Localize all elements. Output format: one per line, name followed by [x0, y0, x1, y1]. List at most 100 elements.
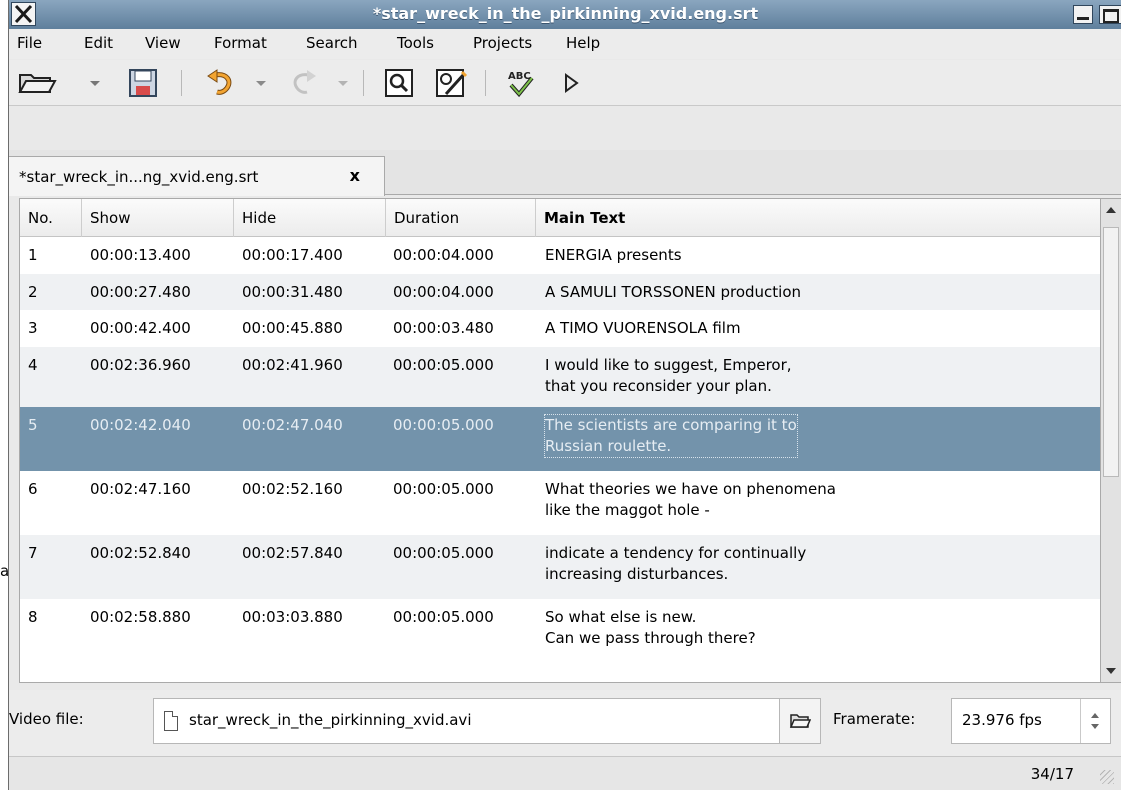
dropdown-arrow-icon: [90, 81, 100, 86]
maximize-button[interactable]: [1099, 5, 1121, 24]
column-header-duration[interactable]: Duration: [386, 199, 536, 237]
toolbar-separator: [485, 70, 486, 96]
column-header-show[interactable]: Show: [82, 199, 234, 237]
menu-search[interactable]: Search: [306, 34, 358, 52]
column-header-main-text[interactable]: Main Text: [536, 199, 1099, 237]
resize-grip[interactable]: [1100, 770, 1114, 784]
cell-no: 5: [28, 416, 38, 434]
stepper-arrows-icon: [1091, 713, 1099, 729]
redo-dropdown[interactable]: [331, 64, 355, 102]
menu-edit[interactable]: Edit: [84, 34, 113, 52]
menu-tools[interactable]: Tools: [397, 34, 434, 52]
cell-no: 1: [28, 246, 38, 264]
find-button[interactable]: [377, 64, 421, 102]
cell-show: 00:02:42.040: [90, 416, 191, 434]
framerate-stepper[interactable]: [1080, 699, 1110, 743]
menu-bar: File Edit View Format Search Tools Proje…: [9, 29, 1121, 59]
video-file-bar: Video file: star_wreck_in_the_pirkinning…: [9, 690, 1121, 756]
undo-button[interactable]: [199, 64, 243, 102]
minimize-button[interactable]: [1073, 5, 1093, 24]
tab-label: *star_wreck_in...ng_xvid.eng.srt: [19, 167, 259, 186]
scroll-down-arrow-icon[interactable]: [1106, 668, 1116, 674]
cell-main-text: What theories we have on phenomena like …: [545, 480, 836, 519]
cell-no: 6: [28, 480, 38, 498]
window-title: *star_wreck_in_the_pirkinning_xvid.eng.s…: [372, 4, 759, 23]
cell-no: 3: [28, 319, 38, 337]
scrollbar-thumb[interactable]: [1103, 227, 1119, 477]
browse-video-button[interactable]: [779, 698, 821, 744]
cell-duration: 00:00:05.000: [393, 608, 494, 626]
play-button[interactable]: [553, 64, 589, 102]
cell-duration: 00:00:03.480: [393, 319, 494, 337]
save-icon: [129, 69, 157, 97]
cell-hide: 00:02:57.840: [242, 544, 343, 562]
table-row[interactable]: 6 00:02:47.160 00:02:52.160 00:00:05.000…: [20, 471, 1101, 535]
redo-icon: [293, 70, 316, 94]
framerate-label: Framerate:: [833, 710, 916, 728]
play-icon: [565, 73, 579, 93]
cell-main-text: A SAMULI TORSSONEN production: [545, 283, 802, 301]
cell-duration: 00:00:05.000: [393, 416, 494, 434]
table-row[interactable]: 3 00:00:42.400 00:00:45.880 00:00:03.480…: [20, 310, 1101, 347]
cell-hide: 00:02:47.040: [242, 416, 343, 434]
toolbar: ABC: [9, 60, 1121, 106]
menu-format[interactable]: Format: [214, 34, 267, 52]
open-dropdown[interactable]: [83, 64, 107, 102]
tab-close-icon[interactable]: x: [350, 166, 360, 185]
cell-show: 00:00:27.480: [90, 283, 191, 301]
table-row[interactable]: 8 00:02:58.880 00:03:03.880 00:00:05.000…: [20, 599, 1101, 665]
cell-show: 00:02:58.880: [90, 608, 191, 626]
spellcheck-icon: ABC: [508, 71, 534, 98]
cell-duration: 00:00:04.000: [393, 283, 494, 301]
save-button[interactable]: [121, 64, 165, 102]
table-header: No. Show Hide Duration Main Text: [20, 199, 1101, 237]
cell-show: 00:00:42.400: [90, 319, 191, 337]
cell-main-text: The scientists are comparing it to Russi…: [544, 414, 798, 458]
cell-no: 7: [28, 544, 38, 562]
toolbar-separator: [363, 70, 364, 96]
toolbar-separator: [181, 70, 182, 96]
cell-duration: 00:00:04.000: [393, 246, 494, 264]
table-row[interactable]: 2 00:00:27.480 00:00:31.480 00:00:04.000…: [20, 274, 1101, 310]
open-button[interactable]: [13, 64, 61, 102]
folder-icon: [789, 714, 811, 728]
cell-main-text: So what else is new. Can we pass through…: [545, 608, 756, 647]
status-position: 34/17: [1030, 765, 1074, 783]
framerate-value: 23.976 fps: [962, 711, 1042, 729]
column-header-no[interactable]: No.: [20, 199, 82, 237]
cell-show: 00:02:47.160: [90, 480, 191, 498]
cell-duration: 00:00:05.000: [393, 544, 494, 562]
table-row[interactable]: 4 00:02:36.960 00:02:41.960 00:00:05.000…: [20, 347, 1101, 407]
table-row[interactable]: 1 00:00:13.400 00:00:17.400 00:00:04.000…: [20, 237, 1101, 274]
find-icon: [385, 69, 413, 97]
app-window: *star_wreck_in_the_pirkinning_xvid.eng.s…: [8, 0, 1121, 790]
tab-document[interactable]: *star_wreck_in...ng_xvid.eng.srt x: [9, 156, 385, 196]
framerate-spinbox[interactable]: 23.976 fps: [951, 698, 1111, 744]
table-scrollbar[interactable]: [1100, 198, 1121, 683]
cell-no: 2: [28, 283, 38, 301]
menu-file[interactable]: File: [17, 34, 42, 52]
cell-show: 00:00:13.400: [90, 246, 191, 264]
redo-button[interactable]: [281, 64, 325, 102]
table-row[interactable]: 7 00:02:52.840 00:02:57.840 00:00:05.000…: [20, 535, 1101, 599]
stray-text: a: [0, 562, 10, 580]
title-bar: *star_wreck_in_the_pirkinning_xvid.eng.s…: [9, 0, 1121, 29]
cell-hide: 00:03:03.880: [242, 608, 343, 626]
video-file-label: Video file:: [9, 710, 84, 728]
spellcheck-button[interactable]: ABC: [499, 64, 543, 102]
status-bar: 34/17: [9, 756, 1121, 790]
menu-view[interactable]: View: [145, 34, 181, 52]
scroll-up-arrow-icon[interactable]: [1106, 207, 1116, 213]
cell-duration: 00:00:05.000: [393, 356, 494, 374]
subtitle-table[interactable]: No. Show Hide Duration Main Text 1 00:00…: [19, 198, 1102, 683]
cell-hide: 00:00:45.880: [242, 319, 343, 337]
find-replace-icon: [436, 69, 468, 97]
column-header-hide[interactable]: Hide: [234, 199, 386, 237]
menu-help[interactable]: Help: [566, 34, 600, 52]
cell-hide: 00:00:31.480: [242, 283, 343, 301]
find-replace-button[interactable]: [429, 64, 473, 102]
video-file-chooser[interactable]: star_wreck_in_the_pirkinning_xvid.avi: [153, 698, 803, 744]
table-row-selected[interactable]: 5 00:02:42.040 00:02:47.040 00:00:05.000…: [20, 407, 1101, 471]
menu-projects[interactable]: Projects: [473, 34, 532, 52]
undo-dropdown[interactable]: [249, 64, 273, 102]
